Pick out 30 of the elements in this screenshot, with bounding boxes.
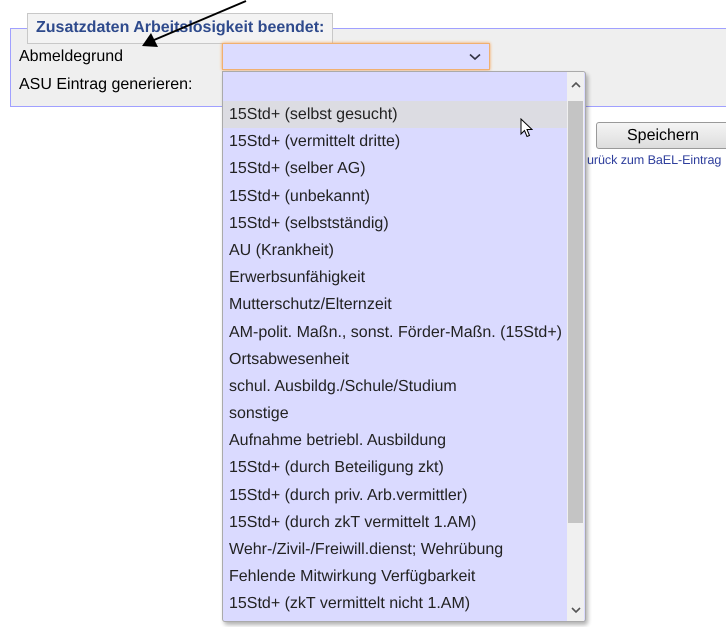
dropdown-option[interactable]: schul. Ausbildg./Schule/Studium <box>223 372 568 400</box>
dropdown-option[interactable]: 15Std+ (selber AG) <box>223 155 568 183</box>
dropdown-option[interactable]: 15Std+ (unbekannt) <box>223 182 568 210</box>
dropdown-option[interactable]: Wehr-/Zivil-/Freiwill.dienst; Wehrübung <box>223 536 568 564</box>
dropdown-option[interactable]: AU (Krankheit) <box>223 236 568 264</box>
dropdown-option[interactable]: 15Std+ (zkT vermittelt nicht 1.AM) <box>223 590 568 618</box>
dropdown-option[interactable]: 15Std+ (durch priv. Arb.vermittler) <box>223 482 568 509</box>
dropdown-option[interactable]: Erwerbsunfähigkeit <box>223 264 568 292</box>
dropdown-option[interactable]: Fehlende Mitwirkung Verfügbarkeit <box>223 563 568 590</box>
dropdown-option[interactable]: 15Std+ (selbstständig) <box>223 210 568 237</box>
field-label: ASU Eintrag generieren: <box>19 75 194 95</box>
chevron-icon <box>469 52 481 60</box>
dropdown-option[interactable]: 15Std+ (durch Beteiligung zkt) <box>223 454 568 482</box>
scroll-down-icon[interactable] <box>571 607 581 614</box>
dropdown-option[interactable]: AM-polit. Maßn., sonst. Förder-Maßn. (15Std+) <box>223 318 568 346</box>
scrollbar-thumb[interactable] <box>568 101 583 523</box>
dropdown-option[interactable]: sonstige <box>223 400 568 428</box>
dropdown-option[interactable]: Mutterschutz/Elternzeit <box>223 291 568 318</box>
save-button[interactable]: Speichern <box>596 122 726 149</box>
dropdown-option[interactable]: Aufnahme betriebl. Ausbildung <box>223 427 568 454</box>
dropdown-option[interactable]: 15Std+ (selbst gesucht) <box>223 101 568 128</box>
dropdown-option[interactable]: 15Std+ (vermittelt dritte) <box>223 128 568 156</box>
cursor-icon <box>520 118 533 138</box>
field-label: Abmeldegrund <box>19 47 124 67</box>
scroll-up-icon[interactable] <box>571 81 581 88</box>
select-field[interactable] <box>222 43 490 70</box>
back-link[interactable]: urück zum BaEL-Eintrag <box>587 153 722 167</box>
dropdown-option[interactable]: 15Std+ (durch zkT vermittelt 1.AM) <box>223 508 568 536</box>
dropdown-option[interactable]: Ortsabwesenheit <box>223 346 568 373</box>
scrollbar[interactable] <box>567 72 584 621</box>
